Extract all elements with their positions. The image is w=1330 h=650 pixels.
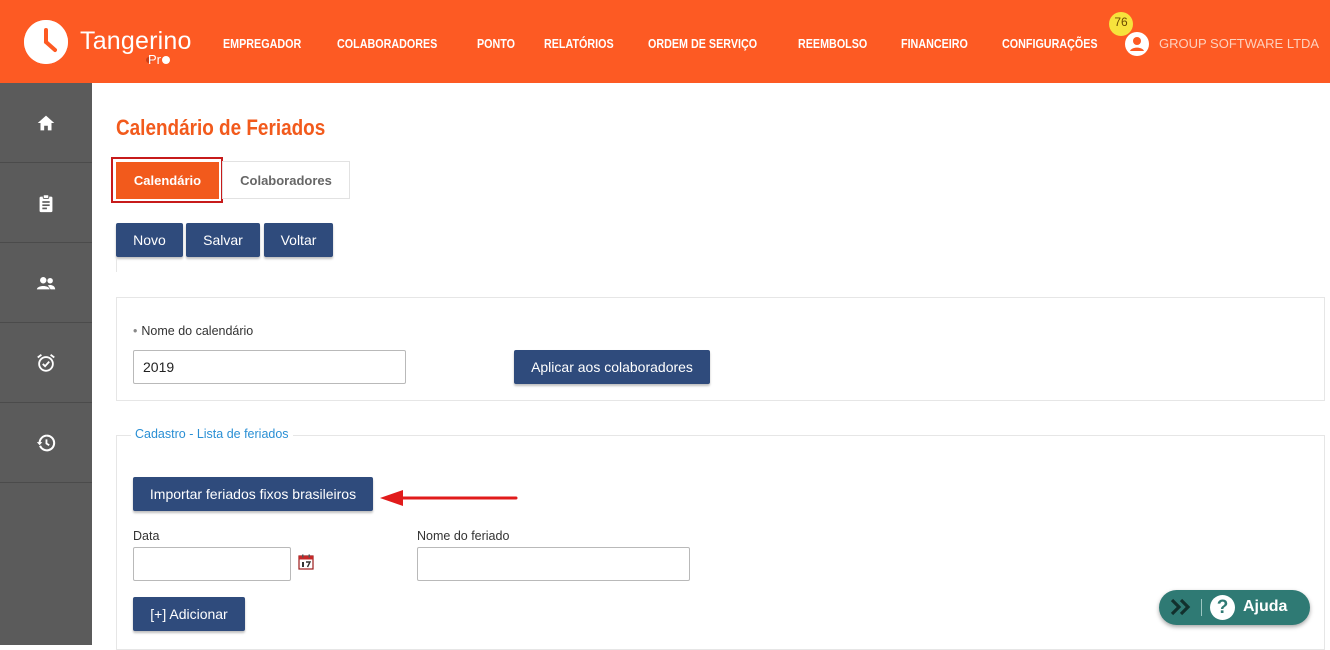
holiday-name-input[interactable] [417, 547, 690, 581]
nav-reembolso[interactable]: REEMBOLSO [798, 37, 867, 51]
sidebar-item-clipboard[interactable] [0, 163, 92, 243]
nav-financeiro[interactable]: FINANCEIRO [901, 37, 968, 51]
question-icon: ? [1210, 595, 1235, 620]
tab-calendario[interactable]: Calendário [116, 162, 219, 199]
brand-suffix-text: Pr [148, 52, 161, 67]
main-nav: EMPREGADOR COLABORADORES PONTO RELATÓRIO… [223, 37, 1136, 51]
divider [116, 258, 117, 272]
date-label: Data [133, 529, 160, 543]
help-widget[interactable]: ? Ajuda [1159, 590, 1310, 625]
company-name[interactable]: GROUP SOFTWARE LTDA [1159, 36, 1319, 51]
nav-configuracoes[interactable]: CONFIGURAÇÕES [1002, 37, 1098, 51]
calendar-name-input[interactable]: 2019 [133, 350, 406, 384]
help-separator [1201, 599, 1202, 616]
sidebar-item-people[interactable] [0, 243, 92, 323]
apply-to-employees-button[interactable]: Aplicar aos colaboradores [514, 350, 710, 384]
top-bar: Tangerino Pr EMPREGADOR COLABORADORES PO… [0, 0, 1330, 83]
required-bullet: • [133, 324, 138, 338]
sidebar-item-home[interactable] [0, 83, 92, 163]
sidebar [0, 83, 92, 645]
holidays-panel [116, 435, 1325, 650]
brand-suffix-dot [162, 56, 170, 64]
red-arrow-annotation [380, 490, 518, 506]
double-chevron-icon[interactable] [1169, 597, 1195, 617]
user-avatar-icon[interactable] [1125, 32, 1149, 56]
holidays-legend: Cadastro - Lista de feriados [131, 427, 293, 441]
calendar-name-label: • Nome do calendário [133, 324, 253, 338]
calendar-name-panel [116, 297, 1325, 401]
brand-name[interactable]: Tangerino [80, 27, 192, 56]
people-icon [36, 276, 56, 289]
nav-ordem-de-servico[interactable]: ORDEM DE SERVIÇO [648, 37, 757, 51]
nav-ponto[interactable]: PONTO [477, 37, 515, 51]
date-input[interactable] [133, 547, 291, 581]
alarm-check-icon [37, 353, 55, 372]
page-title: Calendário de Feriados [116, 115, 326, 140]
novo-button[interactable]: Novo [116, 223, 183, 257]
brand-suffix: Pr [148, 52, 170, 67]
nav-relatorios[interactable]: RELATÓRIOS [544, 37, 614, 51]
sidebar-item-alarm[interactable] [0, 323, 92, 403]
sidebar-item-history[interactable] [0, 403, 92, 483]
home-icon [37, 115, 55, 130]
holiday-name-label: Nome do feriado [417, 529, 510, 543]
import-holidays-button[interactable]: Importar feriados fixos brasileiros [133, 477, 373, 511]
user-menu[interactable]: 76 GROUP SOFTWARE LTDA [1109, 12, 1324, 62]
voltar-button[interactable]: Voltar [264, 223, 333, 257]
add-holiday-button[interactable]: [+] Adicionar [133, 597, 245, 631]
history-icon [36, 434, 56, 451]
clipboard-icon [39, 193, 53, 212]
help-label: Ajuda [1243, 598, 1288, 615]
tab-colaboradores[interactable]: Colaboradores [222, 161, 350, 199]
nav-colaboradores[interactable]: COLABORADORES [337, 37, 437, 51]
clock-logo-icon[interactable] [24, 20, 68, 64]
salvar-button[interactable]: Salvar [186, 223, 260, 257]
nav-empregador[interactable]: EMPREGADOR [223, 37, 301, 51]
calendar-name-label-text: Nome do calendário [141, 324, 254, 338]
calendar-picker-icon[interactable] [298, 554, 314, 570]
